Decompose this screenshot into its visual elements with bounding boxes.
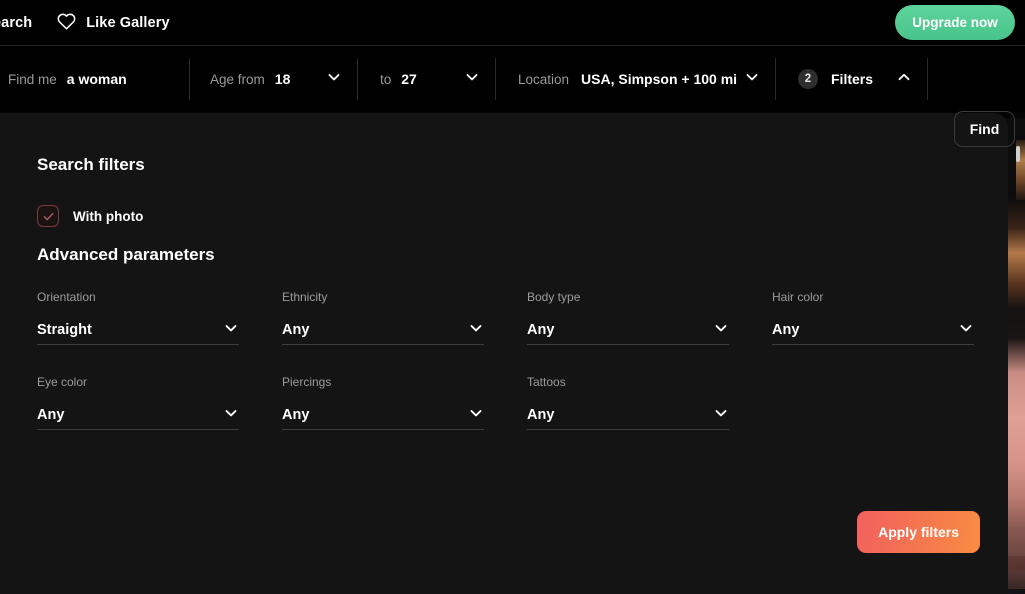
find-me-value: a woman [66, 71, 127, 87]
field-value-orientation: Straight [37, 322, 92, 338]
dropdown-tattoos[interactable]: Any [527, 403, 729, 430]
field-label-eye-color: Eye color [37, 375, 88, 389]
chevron-down-icon[interactable] [713, 405, 729, 426]
chevron-down-icon[interactable] [223, 320, 239, 341]
chevron-down-icon[interactable] [326, 69, 342, 90]
dropdown-eye-color[interactable]: Any [37, 403, 239, 430]
field-label-orientation: Orientation [37, 290, 96, 304]
chevron-up-icon[interactable] [896, 69, 912, 90]
with-photo-checkbox-row[interactable]: With photo [37, 205, 143, 227]
top-navigation-bar: earch Like Gallery Upgrade now [0, 0, 1025, 45]
age-from-label: Age from [210, 71, 265, 87]
advanced-parameters-title: Advanced parameters [37, 245, 215, 264]
age-to-value: 27 [401, 71, 417, 87]
advanced-parameters-fields: Orientation Straight Ethnicity Any Body … [37, 290, 979, 430]
age-from-value: 18 [274, 71, 291, 87]
filters-count-badge: 2 [798, 69, 818, 89]
field-value-body-type: Any [527, 322, 555, 338]
search-segment-age-to[interactable]: to 27 [358, 58, 496, 100]
field-hair-color[interactable]: Hair color Any [772, 290, 974, 345]
nav-item-like-gallery[interactable]: Like Gallery [56, 11, 170, 34]
field-label-ethnicity: Ethnicity [282, 290, 328, 304]
chevron-down-icon[interactable] [958, 320, 974, 341]
dropdown-ethnicity[interactable]: Any [282, 318, 484, 345]
field-label-hair-color: Hair color [772, 290, 824, 304]
dropdown-orientation[interactable]: Straight [37, 318, 239, 345]
panel-title: Search filters [37, 155, 145, 174]
field-value-tattoos: Any [527, 407, 555, 423]
field-tattoos[interactable]: Tattoos Any [527, 375, 729, 430]
with-photo-checkbox[interactable] [37, 205, 59, 227]
search-segment-filters[interactable]: 2 Filters [776, 58, 928, 100]
find-me-label: Find me [8, 71, 57, 87]
field-body-type[interactable]: Body type Any [527, 290, 729, 345]
search-filters-page: earch Like Gallery Upgrade now Find me a… [0, 0, 1025, 594]
nav-search-label: earch [0, 14, 33, 31]
field-value-piercings: Any [282, 407, 310, 423]
field-value-hair-color: Any [772, 322, 800, 338]
field-label-tattoos: Tattoos [527, 375, 566, 389]
search-filters-panel: Search filters With photo Advanced param… [0, 113, 1008, 594]
chevron-down-icon[interactable] [468, 405, 484, 426]
chevron-down-icon[interactable] [468, 320, 484, 341]
apply-filters-button[interactable]: Apply filters [857, 511, 980, 553]
search-bar: Find me a woman Age from 18 to 27 Locati… [0, 46, 1025, 147]
dropdown-hair-color[interactable]: Any [772, 318, 974, 345]
location-label: Location [518, 71, 570, 87]
search-segment-find-me[interactable]: Find me a woman [0, 58, 190, 100]
nav-item-search[interactable]: earch [0, 15, 32, 31]
chevron-down-icon[interactable] [713, 320, 729, 341]
search-segment-location[interactable]: Location USA, Simpson + 100 mi [496, 58, 776, 100]
chevron-down-icon[interactable] [744, 69, 760, 90]
dropdown-body-type[interactable]: Any [527, 318, 729, 345]
field-value-eye-color: Any [37, 407, 65, 423]
find-button[interactable]: Find [954, 111, 1015, 147]
chevron-down-icon[interactable] [464, 69, 480, 90]
field-eye-color[interactable]: Eye color Any [37, 375, 239, 430]
chevron-down-icon[interactable] [223, 405, 239, 426]
field-placeholder-empty [772, 375, 974, 430]
field-label-body-type: Body type [527, 290, 581, 304]
page-scrollbar-thumb[interactable] [1016, 146, 1020, 162]
field-value-ethnicity: Any [282, 322, 310, 338]
nav-like-gallery-label: Like Gallery [86, 14, 170, 31]
heart-icon [56, 11, 77, 34]
filters-label: Filters [831, 71, 874, 87]
field-orientation[interactable]: Orientation Straight [37, 290, 239, 345]
location-value: USA, Simpson + 100 mi [581, 71, 738, 87]
with-photo-label: With photo [73, 208, 144, 224]
upgrade-now-button[interactable]: Upgrade now [895, 5, 1015, 40]
field-piercings[interactable]: Piercings Any [282, 375, 484, 430]
search-segment-age-from[interactable]: Age from 18 [190, 58, 358, 100]
field-label-piercings: Piercings [282, 375, 332, 389]
age-to-label: to [380, 71, 392, 87]
field-ethnicity[interactable]: Ethnicity Any [282, 290, 484, 345]
dropdown-piercings[interactable]: Any [282, 403, 484, 430]
